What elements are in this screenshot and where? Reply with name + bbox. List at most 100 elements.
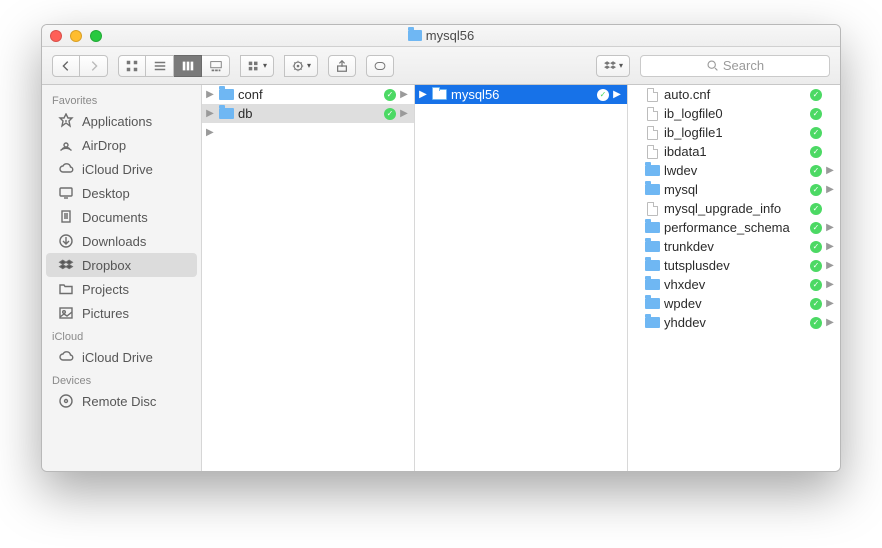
sync-check-icon: ✓ — [384, 89, 396, 101]
back-button[interactable] — [52, 55, 80, 77]
tags-button[interactable] — [366, 55, 394, 77]
expand-arrow-icon[interactable]: ▶ — [202, 123, 414, 142]
arrange-group: ▾ — [240, 55, 274, 77]
sidebar-item-icloud-drive[interactable]: iCloud Drive — [42, 345, 201, 369]
body: FavoritesApplicationsAirDropiCloud Drive… — [42, 85, 840, 471]
folder-icon — [644, 259, 660, 273]
column-2[interactable]: ▶auto.cnf✓▶ib_logfile0✓▶ib_logfile1✓▶ibd… — [628, 85, 840, 471]
file-row[interactable]: ▶auto.cnf✓ — [628, 85, 840, 104]
row-label: ib_logfile1 — [664, 125, 806, 140]
sync-check-icon: ✓ — [810, 279, 822, 291]
folder-icon — [431, 88, 447, 102]
file-row[interactable]: ▶ibdata1✓ — [628, 142, 840, 161]
folder-icon — [218, 107, 234, 121]
sidebar-item-projects[interactable]: Projects — [42, 277, 201, 301]
parent-arrow-icon: ▶ — [206, 108, 214, 119]
search-icon — [706, 59, 719, 72]
toolbar: ▾ ▾ ▾ Search — [42, 47, 840, 85]
sidebar-item-label: AirDrop — [82, 138, 126, 153]
sidebar-item-label: Remote Disc — [82, 394, 156, 409]
action-button[interactable]: ▾ — [284, 55, 318, 77]
sidebar-item-label: Applications — [82, 114, 152, 129]
file-icon — [644, 107, 660, 121]
list-view-button[interactable] — [146, 55, 174, 77]
children-arrow-icon: ▶ — [826, 241, 834, 252]
folder-row[interactable]: ▶conf✓▶ — [202, 85, 414, 104]
file-icon — [644, 88, 660, 102]
maximize-button[interactable] — [90, 30, 102, 42]
file-icon — [644, 145, 660, 159]
column-0[interactable]: ▶conf✓▶▶db✓▶▶ — [202, 85, 415, 471]
finder-window: mysql56 ▾ ▾ ▾ Search FavoritesApplicatio… — [41, 24, 841, 472]
parent-arrow-icon: ▶ — [419, 89, 427, 100]
folder-row[interactable]: ▶mysql56✓▶ — [415, 85, 627, 104]
sidebar-item-airdrop[interactable]: AirDrop — [42, 133, 201, 157]
search-placeholder: Search — [723, 58, 764, 73]
folder-icon — [644, 221, 660, 235]
file-row[interactable]: ▶mysql_upgrade_info✓ — [628, 199, 840, 218]
folder-row[interactable]: ▶trunkdev✓▶ — [628, 237, 840, 256]
folder-row[interactable]: ▶performance_schema✓▶ — [628, 218, 840, 237]
column-1[interactable]: ▶mysql56✓▶ — [415, 85, 628, 471]
disc-icon — [58, 393, 74, 409]
sidebar-item-label: Documents — [82, 210, 148, 225]
folder-icon — [644, 240, 660, 254]
column-view-button[interactable] — [174, 55, 202, 77]
folder-icon — [644, 297, 660, 311]
row-label: mysql — [664, 182, 806, 197]
folder-row[interactable]: ▶wpdev✓▶ — [628, 294, 840, 313]
row-label: conf — [238, 87, 380, 102]
sidebar-item-label: Dropbox — [82, 258, 131, 273]
row-label: tutsplusdev — [664, 258, 806, 273]
sync-check-icon: ✓ — [810, 165, 822, 177]
sidebar-item-label: Desktop — [82, 186, 130, 201]
arrange-button[interactable]: ▾ — [240, 55, 274, 77]
minimize-button[interactable] — [70, 30, 82, 42]
file-row[interactable]: ▶ib_logfile1✓ — [628, 123, 840, 142]
sidebar-item-applications[interactable]: Applications — [42, 109, 201, 133]
sync-check-icon: ✓ — [810, 298, 822, 310]
sidebar-item-label: Projects — [82, 282, 129, 297]
gallery-view-button[interactable] — [202, 55, 230, 77]
sync-check-icon: ✓ — [810, 108, 822, 120]
children-arrow-icon: ▶ — [613, 89, 621, 100]
folder-row[interactable]: ▶db✓▶ — [202, 104, 414, 123]
sidebar-item-remote-disc[interactable]: Remote Disc — [42, 389, 201, 413]
cloud-icon — [58, 161, 74, 177]
dropbox-icon — [58, 257, 74, 273]
folder-icon — [644, 164, 660, 178]
folder-row[interactable]: ▶tutsplusdev✓▶ — [628, 256, 840, 275]
documents-icon — [58, 209, 74, 225]
search-field[interactable]: Search — [640, 55, 830, 77]
row-label: vhxdev — [664, 277, 806, 292]
folder-row[interactable]: ▶lwdev✓▶ — [628, 161, 840, 180]
row-label: ibdata1 — [664, 144, 806, 159]
folder-row[interactable]: ▶mysql✓▶ — [628, 180, 840, 199]
sidebar-section-header: Devices — [42, 369, 201, 389]
icon-view-button[interactable] — [118, 55, 146, 77]
desktop-icon — [58, 185, 74, 201]
sidebar-item-downloads[interactable]: Downloads — [42, 229, 201, 253]
sync-check-icon: ✓ — [810, 146, 822, 158]
sidebar-item-icloud-drive[interactable]: iCloud Drive — [42, 157, 201, 181]
close-button[interactable] — [50, 30, 62, 42]
children-arrow-icon: ▶ — [400, 108, 408, 119]
folder-row[interactable]: ▶vhxdev✓▶ — [628, 275, 840, 294]
share-button[interactable] — [328, 55, 356, 77]
row-label: performance_schema — [664, 220, 806, 235]
sidebar-item-desktop[interactable]: Desktop — [42, 181, 201, 205]
folder-icon — [408, 30, 422, 41]
forward-button[interactable] — [80, 55, 108, 77]
children-arrow-icon: ▶ — [826, 317, 834, 328]
dropbox-button[interactable]: ▾ — [596, 55, 630, 77]
sidebar-item-pictures[interactable]: Pictures — [42, 301, 201, 325]
pictures-icon — [58, 305, 74, 321]
sync-check-icon: ✓ — [597, 89, 609, 101]
folder-row[interactable]: ▶yhddev✓▶ — [628, 313, 840, 332]
file-row[interactable]: ▶ib_logfile0✓ — [628, 104, 840, 123]
titlebar[interactable]: mysql56 — [42, 25, 840, 47]
sidebar-item-documents[interactable]: Documents — [42, 205, 201, 229]
sidebar-item-dropbox[interactable]: Dropbox — [46, 253, 197, 277]
row-label: lwdev — [664, 163, 806, 178]
parent-arrow-icon: ▶ — [206, 89, 214, 100]
